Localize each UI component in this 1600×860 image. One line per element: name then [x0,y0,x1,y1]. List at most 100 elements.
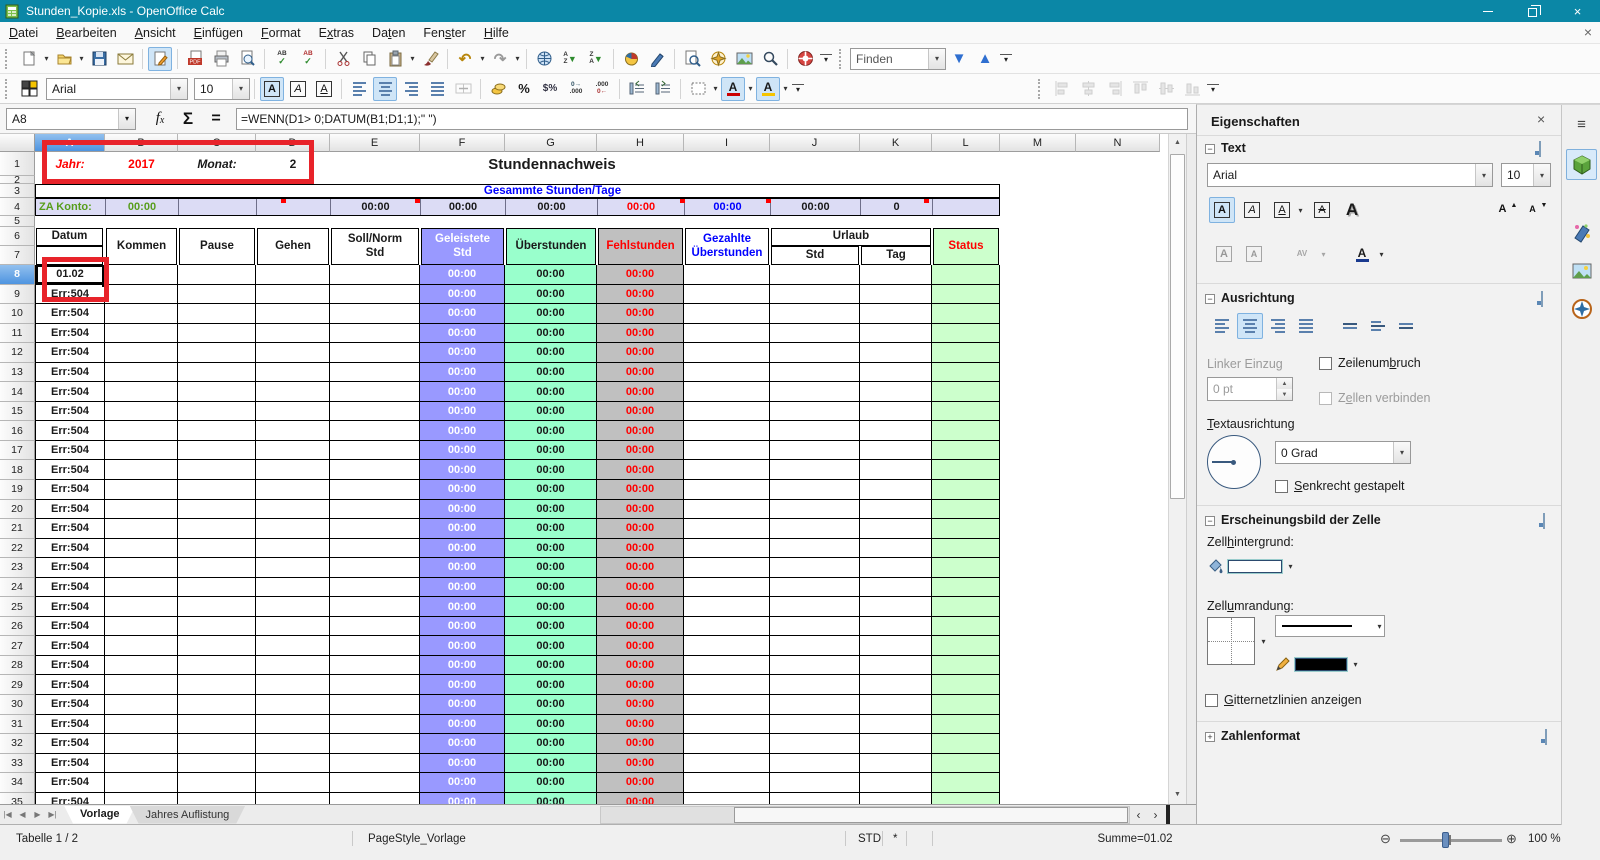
cell-A17[interactable]: Err:504 [35,440,105,461]
find-input[interactable]: Finden ▾ [850,47,946,70]
toolbar-overflow-icon[interactable]: ▾ [792,83,804,94]
zoom-slider-track[interactable] [1400,839,1502,842]
cell-K30[interactable] [860,695,932,715]
cell-F10[interactable]: 00:00 [420,304,505,324]
cell-B8[interactable] [105,265,178,285]
font-name-dropdown-icon[interactable]: ▾ [170,78,187,99]
object-align-toolbar-grip[interactable] [1038,78,1045,99]
sidebar-tab-properties[interactable] [1566,149,1597,180]
cell-D23[interactable] [256,558,330,578]
cell-K18[interactable] [860,460,932,481]
help-button[interactable] [793,47,817,71]
new-document-dropdown-icon[interactable]: ▾ [42,54,51,63]
cell-I32[interactable] [684,734,770,754]
first-sheet-icon[interactable]: |◀ [0,810,15,819]
row-header-15[interactable]: 15 [0,401,35,422]
cell-F8[interactable]: 00:00 [420,265,505,285]
cell-D12[interactable] [256,343,330,363]
cell-A20[interactable]: Err:504 [35,499,105,520]
cell-L32[interactable] [932,734,1000,754]
cell-D14[interactable] [256,382,330,402]
sheet-title-cell[interactable]: Stundennachweis [420,152,684,176]
row-header-1[interactable]: 1 [0,152,35,176]
sort-ascending-button[interactable]: A Z ▼ [558,47,582,71]
row-header-2[interactable]: 2 [0,174,35,186]
cell-H13[interactable]: 00:00 [597,362,684,383]
sidebar-tab-navigator[interactable] [1566,293,1597,324]
paste-button[interactable] [383,47,407,71]
line-style-dropdown-icon[interactable]: ▾ [1375,622,1384,631]
cell-G26[interactable]: 00:00 [505,616,597,637]
cell-B19[interactable] [105,480,178,500]
cell-B27[interactable] [105,636,178,656]
cell-K26[interactable] [860,616,932,637]
cell-H22[interactable]: 00:00 [597,538,684,559]
cell-F19[interactable]: 00:00 [420,480,505,500]
cell-G33[interactable]: 00:00 [505,753,597,774]
cell-L16[interactable] [932,421,1000,441]
cell-K34[interactable] [860,773,932,793]
row-header-18[interactable]: 18 [0,460,35,481]
cell-J23[interactable] [770,558,860,578]
cell-I29[interactable] [684,675,770,696]
align-center-button[interactable] [373,76,397,101]
cell-G11[interactable]: 00:00 [505,323,597,344]
cell-E8[interactable] [330,265,420,285]
cell-E31[interactable] [330,714,420,735]
cell-F4[interactable]: 00:00 [421,199,506,215]
cell-D15[interactable] [256,401,330,422]
cell-D11[interactable] [256,323,330,344]
sidebar-menu-icon[interactable]: ≡ [1566,109,1597,140]
cell-D33[interactable] [256,753,330,774]
toolbar-overflow-icon[interactable]: ▾ [820,53,832,64]
cell-G23[interactable]: 00:00 [505,558,597,578]
cell-I16[interactable] [684,421,770,441]
header-urlaub-std[interactable]: Std [771,246,859,265]
cell-J19[interactable] [770,480,860,500]
percent-format-button[interactable]: % [512,77,536,101]
split-handle[interactable] [1166,805,1170,825]
cell-C35[interactable] [178,792,256,804]
cell-A26[interactable]: Err:504 [35,616,105,637]
cell-A4[interactable]: ZA Konto: [36,199,106,215]
row-header-33[interactable]: 33 [0,753,35,774]
zoom-out-icon[interactable]: ⊖ [1380,831,1391,847]
cell-H11[interactable]: 00:00 [597,323,684,344]
cell-K28[interactable] [860,655,932,676]
sidebar-grow-font-button[interactable]: A ▲ [1493,197,1519,223]
cell-E12[interactable] [330,343,420,363]
row-header-30[interactable]: 30 [0,695,35,715]
cell-background-control[interactable]: ▾ [1207,553,1295,579]
cell-B10[interactable] [105,304,178,324]
cell-K25[interactable] [860,597,932,617]
cell-C33[interactable] [178,753,256,774]
cut-button[interactable] [331,47,355,71]
border-preset-widget[interactable] [1207,617,1255,665]
cell-B30[interactable] [105,695,178,715]
paste-dropdown-icon[interactable]: ▾ [408,54,417,63]
cell-G16[interactable]: 00:00 [505,421,597,441]
header-fehlstunden[interactable]: Fehlstunden [598,228,683,265]
cell-H12[interactable]: 00:00 [597,343,684,363]
cell-F11[interactable]: 00:00 [420,323,505,344]
cell-B34[interactable] [105,773,178,793]
undo-button[interactable]: ↶ [453,47,477,71]
column-header-M[interactable]: M [1000,134,1076,152]
cell-J9[interactable] [770,284,860,305]
cell-D16[interactable] [256,421,330,441]
cell-E26[interactable] [330,616,420,637]
cell-L4[interactable] [933,199,999,215]
cell-F35[interactable]: 00:00 [420,792,505,804]
cell-E23[interactable] [330,558,420,578]
cell-C22[interactable] [178,538,256,559]
cell-F28[interactable]: 00:00 [420,655,505,676]
cell-K4[interactable]: 0 [861,199,933,215]
cell-E16[interactable] [330,421,420,441]
text-section-header[interactable]: Text [1221,141,1246,155]
cell-G31[interactable]: 00:00 [505,714,597,735]
spellcheck-button[interactable]: AB ✓ [270,47,294,71]
cell-G28[interactable]: 00:00 [505,655,597,676]
border-preset-dropdown-icon[interactable]: ▾ [1259,637,1268,646]
find-toolbar-overflow-icon[interactable]: ▾ [1000,53,1012,64]
cell-F22[interactable]: 00:00 [420,538,505,559]
